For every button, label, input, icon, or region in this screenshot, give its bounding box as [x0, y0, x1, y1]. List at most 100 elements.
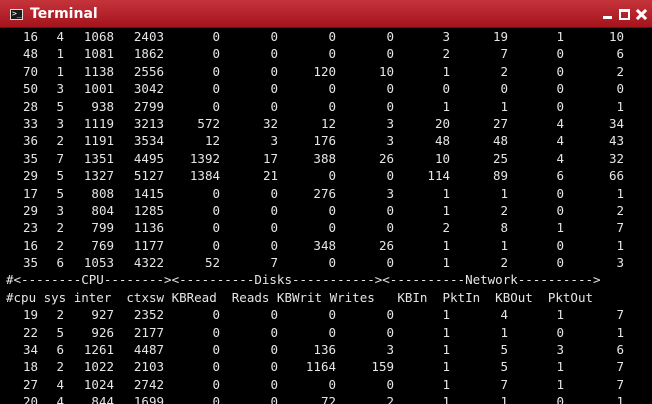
stat-cell: 0 — [328, 255, 336, 271]
stat-cell: 6 — [56, 342, 64, 358]
maximize-button[interactable] — [619, 9, 630, 20]
stats-row: 19 2 927 2352 0 0 0 0 1 4 1 7 — [6, 306, 652, 323]
stat-cell: 1 — [616, 185, 624, 201]
stats-row: 27 4 1024 2742 0 0 0 0 1 7 1 7 — [6, 376, 652, 393]
stat-cell: 48 — [434, 133, 450, 149]
stat-cell: 0 — [270, 63, 278, 79]
stat-cell: 1285 — [133, 202, 164, 218]
stat-cell: 1 — [556, 220, 564, 236]
stat-cell: 927 — [91, 307, 114, 323]
stat-cell: 12 — [204, 133, 220, 149]
window-title: Terminal — [30, 6, 98, 22]
stat-cell: 28 — [22, 98, 38, 114]
stat-cell: 1 — [56, 46, 64, 62]
stat-cell: 0 — [386, 29, 394, 44]
stats-rows-bottom: 19 2 927 2352 0 0 0 0 1 4 1 7 22 5 926 2177 0 0 0 0 1 1 0 1 34 6 1… — [6, 306, 652, 404]
minimize-button[interactable] — [602, 9, 613, 20]
stat-cell: 3 — [56, 115, 64, 131]
stat-cell: 3042 — [133, 81, 164, 97]
stat-cell: 1 — [500, 324, 508, 340]
stat-cell: 10 — [434, 150, 450, 166]
terminal-output[interactable]: 16 4 1068 2403 0 0 0 0 3 19 1 10 48 1 1081 1862 0 0 0 0 2 7 0 6… — [6, 28, 652, 404]
stat-cell: 0 — [270, 98, 278, 114]
stat-cell: 1053 — [83, 255, 114, 271]
stats-row: 16 4 1068 2403 0 0 0 0 3 19 1 10 — [6, 28, 652, 45]
stat-cell: 0 — [270, 307, 278, 323]
stat-cell: 3 — [616, 255, 624, 271]
stat-cell: 1 — [442, 359, 450, 375]
title-bar[interactable]: >_ Terminal — [0, 0, 652, 28]
stat-cell: 0 — [270, 237, 278, 253]
stat-cell: 16 — [22, 237, 38, 253]
stat-cell: 4 — [56, 376, 64, 392]
stat-cell: 2 — [500, 63, 508, 79]
stat-cell: 0 — [500, 81, 508, 97]
stat-cell: 4495 — [133, 150, 164, 166]
stat-cell: 0 — [556, 81, 564, 97]
stat-cell: 0 — [212, 29, 220, 44]
stat-cell: 3 — [386, 133, 394, 149]
stat-cell: 2 — [56, 359, 64, 375]
stat-cell: 1 — [616, 324, 624, 340]
stat-cell: 1 — [442, 394, 450, 404]
stats-rows-top: 16 4 1068 2403 0 0 0 0 3 19 1 10 48 1 1081 1862 0 0 0 0 2 7 0 6… — [6, 28, 652, 271]
stat-cell: 0 — [212, 46, 220, 62]
stat-cell: 5 — [56, 324, 64, 340]
stat-cell: 2 — [616, 63, 624, 79]
stat-cell: 2 — [56, 237, 64, 253]
stat-cell: 0 — [386, 202, 394, 218]
stat-cell: 176 — [313, 133, 336, 149]
stat-cell: 33 — [22, 115, 38, 131]
stat-cell: 72 — [320, 394, 336, 404]
stat-cell: 2 — [442, 220, 450, 236]
stat-cell: 1022 — [83, 359, 114, 375]
stats-row: 23 2 799 1136 0 0 0 0 2 8 1 7 — [6, 219, 652, 236]
stat-cell: 1327 — [83, 168, 114, 184]
stat-cell: 2177 — [133, 324, 164, 340]
stat-cell: 2403 — [133, 29, 164, 44]
stat-cell: 1 — [556, 29, 564, 44]
stat-cell: 120 — [313, 63, 336, 79]
stat-cell: 2103 — [133, 359, 164, 375]
stat-cell: 1 — [442, 63, 450, 79]
stat-cell: 0 — [270, 324, 278, 340]
stat-cell: 4 — [500, 307, 508, 323]
stat-cell: 0 — [270, 376, 278, 392]
terminal-icon: >_ — [10, 9, 23, 20]
stat-cell: 1 — [500, 394, 508, 404]
stat-cell: 5 — [56, 168, 64, 184]
stat-cell: 19 — [492, 29, 508, 44]
stat-cell: 6 — [556, 168, 564, 184]
stat-cell: 7 — [500, 376, 508, 392]
stat-cell: 0 — [386, 220, 394, 236]
stat-cell: 3213 — [133, 115, 164, 131]
stat-cell: 20 — [22, 394, 38, 404]
stat-cell: 0 — [386, 46, 394, 62]
stat-cell: 388 — [313, 150, 336, 166]
stat-cell: 0 — [270, 29, 278, 44]
stat-cell: 2556 — [133, 63, 164, 79]
stat-cell: 7 — [56, 150, 64, 166]
terminal-window: >_ Terminal 16 4 1068 2403 0 0 0 0 3 19 1 10 48 1 1081… — [0, 0, 652, 404]
stat-cell: 29 — [22, 168, 38, 184]
stat-cell: 0 — [270, 220, 278, 236]
stat-cell: 52 — [204, 255, 220, 271]
stat-cell: 0 — [386, 376, 394, 392]
stat-cell: 1136 — [133, 220, 164, 236]
stat-cell: 844 — [91, 394, 114, 404]
stat-cell: 43 — [608, 133, 624, 149]
stat-cell: 4 — [56, 394, 64, 404]
stat-cell: 0 — [442, 81, 450, 97]
stat-cell: 0 — [212, 324, 220, 340]
stat-cell: 3 — [386, 342, 394, 358]
stat-cell: 0 — [556, 63, 564, 79]
stat-cell: 6 — [56, 255, 64, 271]
stat-cell: 7 — [616, 376, 624, 392]
stat-cell: 48 — [492, 133, 508, 149]
stat-cell: 0 — [328, 81, 336, 97]
stat-cell: 938 — [91, 98, 114, 114]
stats-row: 35 6 1053 4322 52 7 0 0 1 2 0 3 — [6, 254, 652, 271]
stat-cell: 1 — [442, 376, 450, 392]
stat-cell: 89 — [492, 168, 508, 184]
close-button[interactable] — [636, 9, 647, 20]
